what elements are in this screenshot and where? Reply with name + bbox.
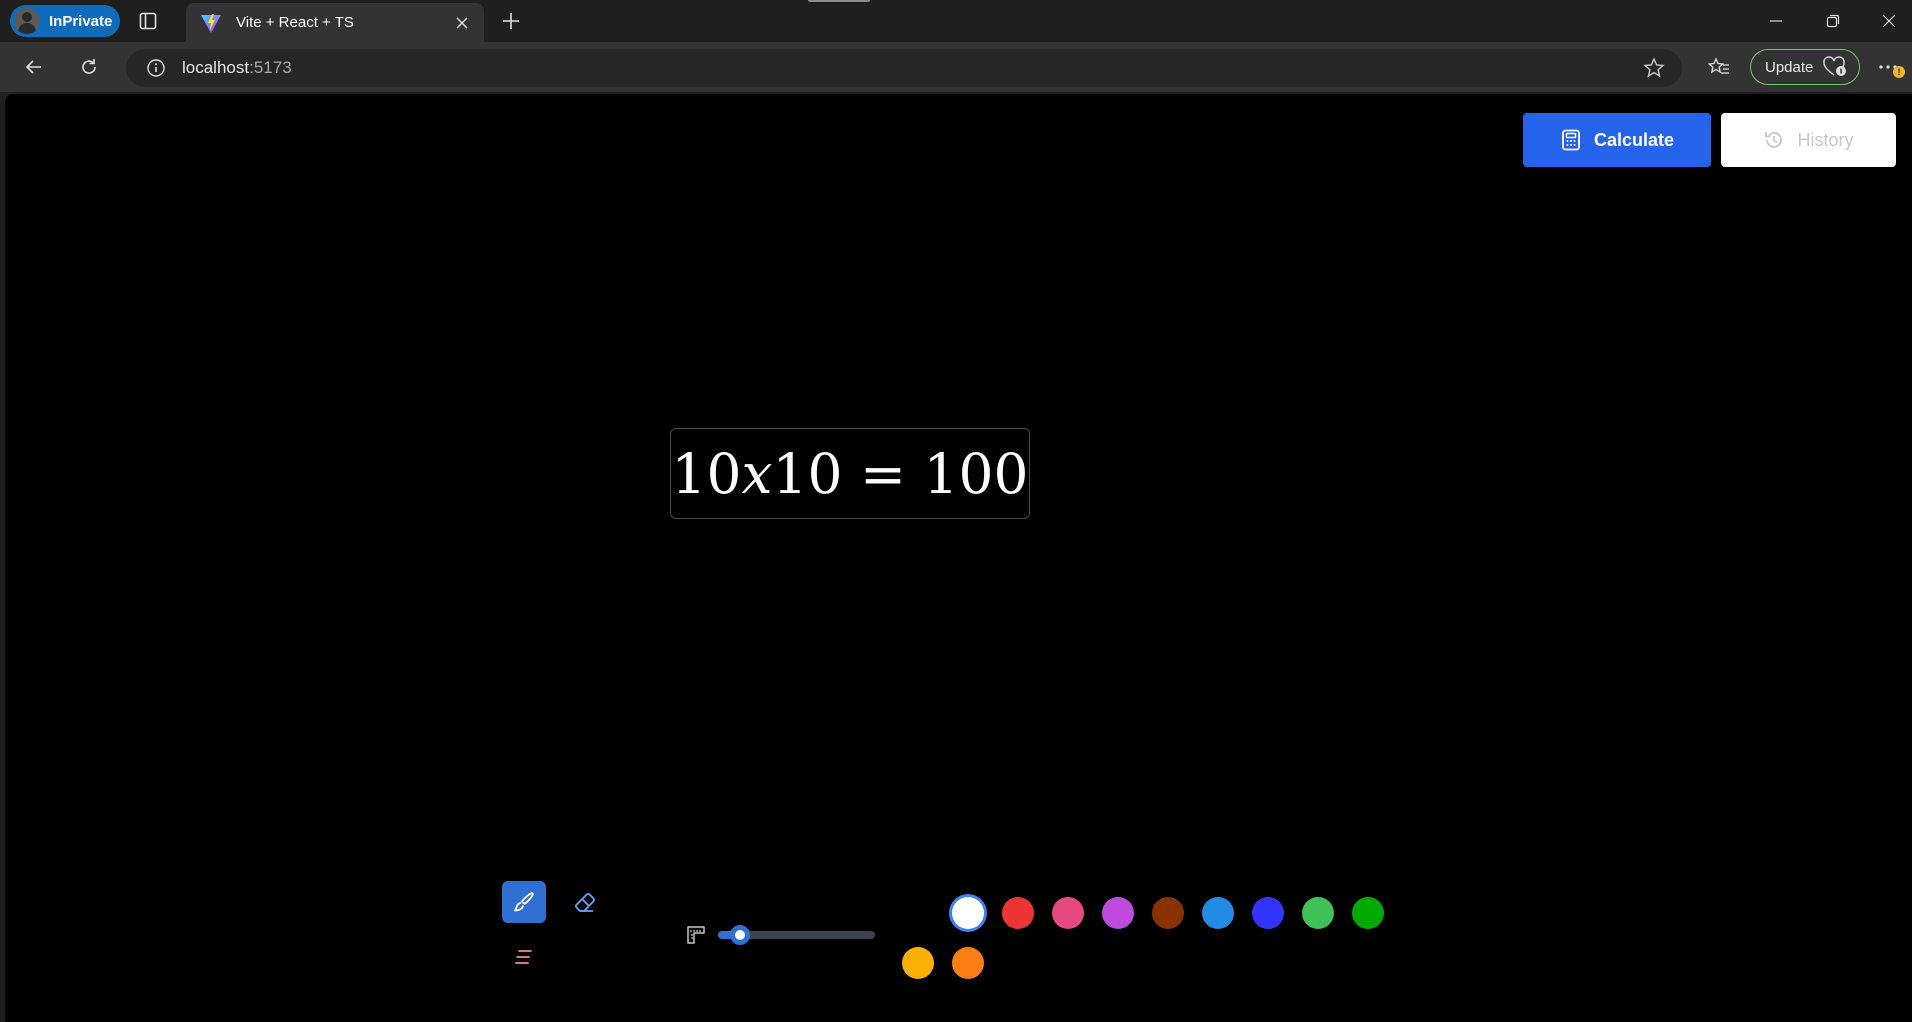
calculate-button[interactable]: Calculate xyxy=(1523,113,1711,167)
color-swatch[interactable] xyxy=(952,947,984,979)
calculator-icon xyxy=(1562,129,1580,151)
tab-close-icon[interactable] xyxy=(446,7,478,39)
minimize-icon[interactable] xyxy=(1753,4,1799,38)
window-drag-indicator xyxy=(808,0,870,2)
browser-toolbar: localhost:5173 Update xyxy=(0,42,1912,92)
restore-icon[interactable] xyxy=(1810,4,1856,38)
result-expr-b: 10 = 100 xyxy=(772,441,1029,506)
tab-actions-icon[interactable] xyxy=(136,9,160,33)
refresh-icon[interactable] xyxy=(73,51,105,83)
tab-title: Vite + React + TS xyxy=(236,14,354,31)
inprivate-label: InPrivate xyxy=(49,12,113,30)
history-button[interactable]: History xyxy=(1721,113,1896,167)
brush-size-slider-thumb[interactable] xyxy=(729,925,750,945)
back-icon[interactable] xyxy=(18,51,50,83)
history-icon xyxy=(1765,132,1783,148)
color-swatch[interactable] xyxy=(1302,897,1334,929)
color-swatch[interactable] xyxy=(1102,897,1134,929)
inprivate-badge[interactable]: InPrivate xyxy=(10,5,120,37)
profile-avatar-icon xyxy=(14,8,40,34)
color-swatch[interactable] xyxy=(1052,897,1084,929)
history-label: History xyxy=(1797,129,1854,150)
tab-active[interactable]: Vite + React + TS xyxy=(186,3,484,42)
address-port: :5173 xyxy=(249,58,292,77)
color-swatch[interactable] xyxy=(1152,897,1184,929)
favorites-icon[interactable] xyxy=(1703,51,1735,83)
brush-icon xyxy=(514,892,534,912)
site-info-icon[interactable] xyxy=(144,56,168,80)
update-heart-icon xyxy=(1823,56,1847,76)
result-expression: 10x10 = 100 xyxy=(671,442,1028,506)
vite-favicon-icon xyxy=(201,13,221,33)
eraser-tool-button[interactable] xyxy=(563,881,607,923)
color-swatch[interactable] xyxy=(1002,897,1034,929)
title-bar: InPrivate Vite + React + TS xyxy=(0,0,1912,42)
eraser-icon xyxy=(575,893,595,912)
favorite-star-icon[interactable] xyxy=(1642,56,1666,80)
color-swatch[interactable] xyxy=(952,897,984,929)
close-window-icon[interactable] xyxy=(1866,4,1912,38)
color-swatch[interactable] xyxy=(1202,897,1234,929)
update-label: Update xyxy=(1765,58,1814,76)
menu-lines-icon[interactable] xyxy=(511,944,537,970)
address-host: localhost xyxy=(182,58,250,77)
result-expr-a: 10 xyxy=(671,441,742,506)
calculate-label: Calculate xyxy=(1593,129,1675,150)
notification-badge: ! xyxy=(1893,66,1905,78)
brush-size-icon xyxy=(685,924,707,946)
update-button[interactable]: Update xyxy=(1750,49,1860,85)
brush-tool-button[interactable] xyxy=(502,881,546,923)
drawing-canvas[interactable]: Calculate History 10x10 = 100 xyxy=(5,94,1912,1022)
brush-size-slider[interactable] xyxy=(718,925,875,945)
new-tab-icon[interactable] xyxy=(498,8,524,34)
color-swatch[interactable] xyxy=(902,947,934,979)
color-swatch[interactable] xyxy=(902,897,934,929)
result-expression-box[interactable]: 10x10 = 100 xyxy=(670,428,1030,519)
result-expr-var: x xyxy=(741,441,773,506)
address-bar[interactable]: localhost:5173 xyxy=(126,49,1682,87)
color-swatch[interactable] xyxy=(1252,897,1284,929)
color-swatch[interactable] xyxy=(1352,897,1384,929)
